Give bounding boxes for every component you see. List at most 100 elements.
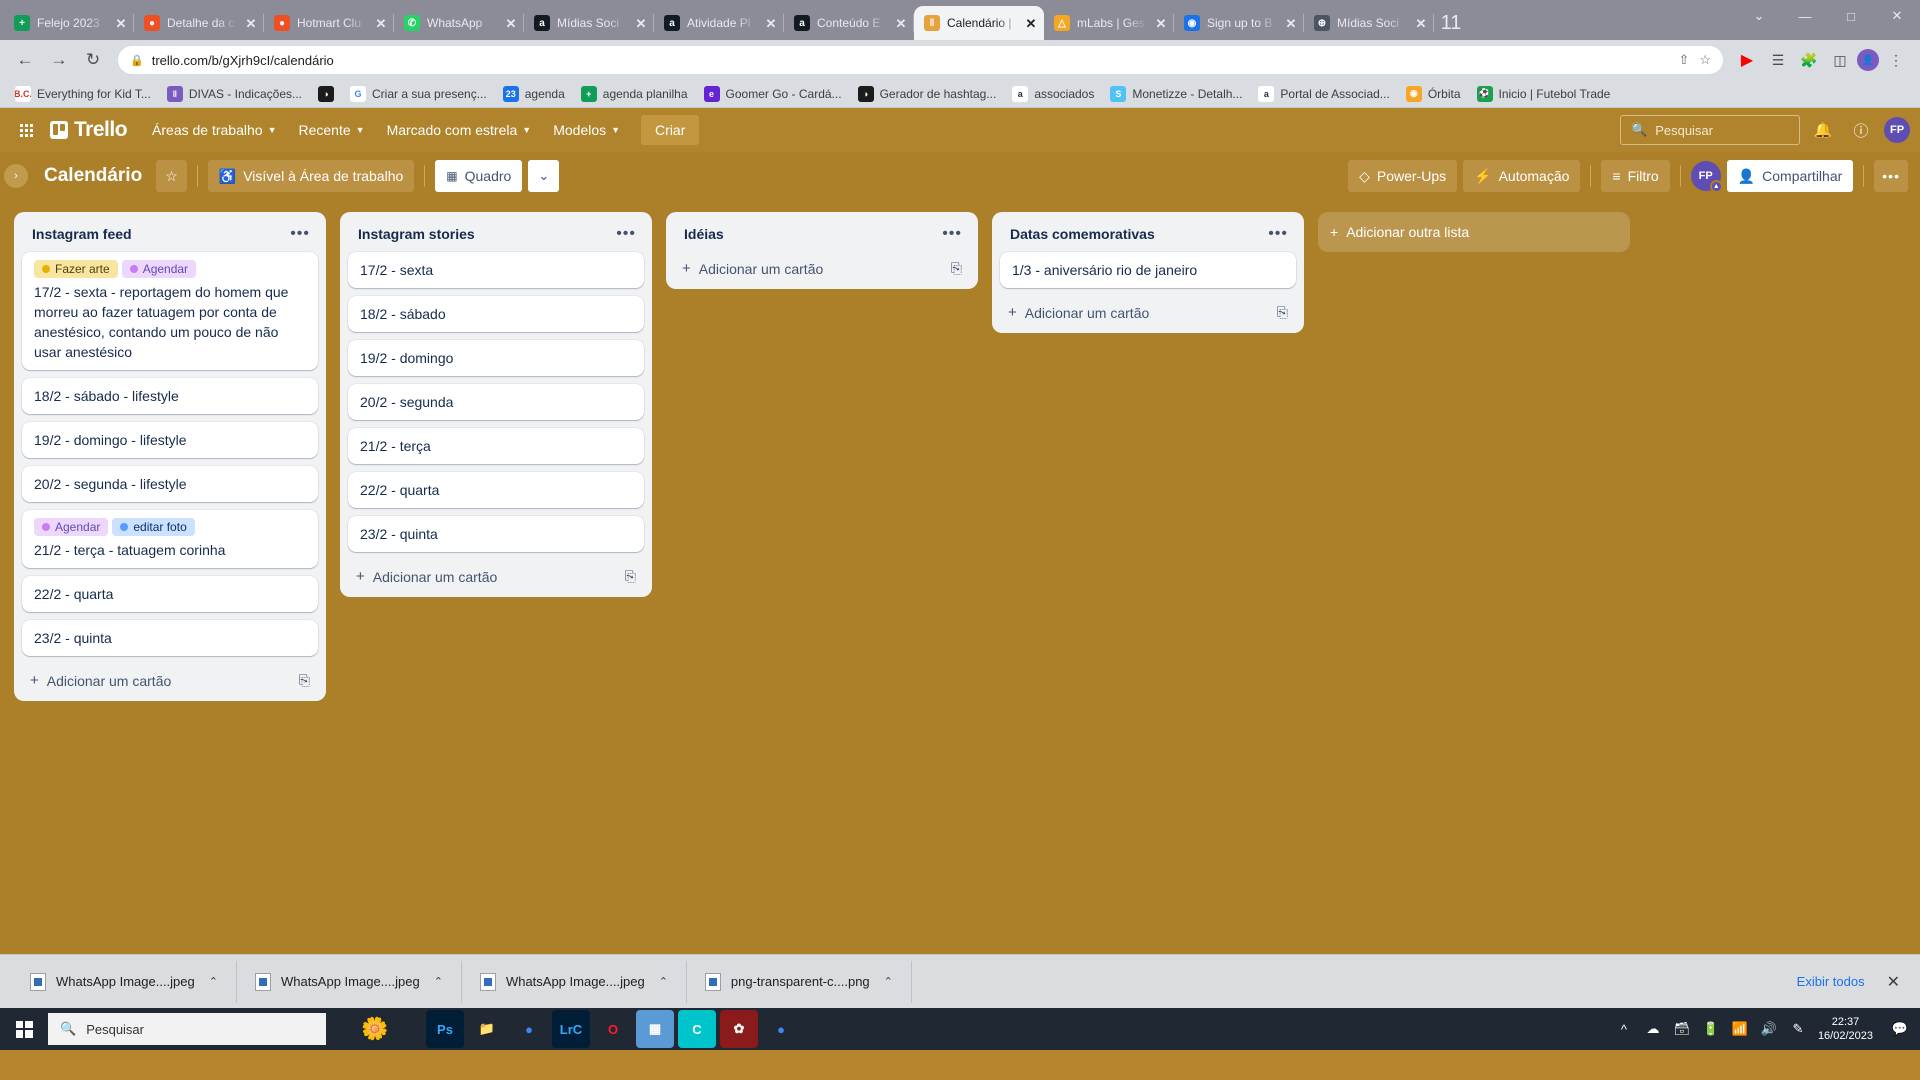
lightroom-icon[interactable]: LrC	[552, 1010, 590, 1048]
download-item[interactable]: png-transparent-c....png ⌃	[687, 960, 912, 1003]
sidebar-toggle-button[interactable]: ›	[4, 164, 28, 188]
browser-tab[interactable]: △ mLabs | Ges ✕	[1044, 6, 1174, 40]
add-card-button[interactable]: + Adicionar um cartão ⎘	[22, 664, 318, 697]
show-all-downloads-link[interactable]: Exibir todos	[1797, 974, 1865, 989]
list-menu-icon[interactable]: •••	[942, 226, 962, 242]
canva-icon[interactable]: C	[678, 1010, 716, 1048]
chevron-up-icon[interactable]: ⌃	[884, 975, 893, 988]
board-card[interactable]: Agendar editar foto 21/2 - terça - tatuage…	[22, 510, 318, 568]
tab-close-icon[interactable]: ✕	[375, 17, 387, 30]
wifi-icon[interactable]: 📶	[1731, 1021, 1749, 1037]
bell-icon[interactable]: 🔔	[1808, 115, 1838, 145]
search-input[interactable]: 🔍 Pesquisar	[1620, 115, 1800, 145]
windows-start-icon[interactable]	[0, 1008, 48, 1050]
tab-close-icon[interactable]: ✕	[1285, 17, 1297, 30]
browser-tab[interactable]: a Conteúdo E ✕	[784, 6, 914, 40]
add-list-button[interactable]: + Adicionar outra lista	[1318, 212, 1630, 252]
bookmark-item[interactable]: ◉ Órbita	[1399, 83, 1468, 105]
browser-tab[interactable]: ‖ Calendário | ✕	[914, 6, 1044, 40]
list-menu-icon[interactable]: •••	[290, 226, 310, 242]
board-card[interactable]: 18/2 - sábado - lifestyle	[22, 378, 318, 414]
browser-tab[interactable]: ● Hotmart Clu ✕	[264, 6, 394, 40]
board-card[interactable]: 17/2 - sexta	[348, 252, 644, 288]
taskbar-search-input[interactable]: 🔍 Pesquisar	[48, 1013, 326, 1045]
chrome-icon[interactable]: ●	[510, 1010, 548, 1048]
chevron-up-icon[interactable]: ^	[1615, 1022, 1633, 1037]
window-restore-button[interactable]: ⌄	[1736, 0, 1782, 32]
board-card[interactable]: 23/2 - quinta	[348, 516, 644, 552]
board-member-avatar[interactable]: FP ▲	[1690, 161, 1723, 193]
board-card[interactable]: 1/3 - aniversário rio de janeiro	[1000, 252, 1296, 288]
card-label[interactable]: Agendar	[121, 260, 197, 278]
bookmark-item[interactable]: + agenda planilha	[574, 83, 695, 105]
list-menu-icon[interactable]: •••	[616, 226, 636, 242]
trello-logo[interactable]: Trello	[46, 118, 137, 142]
app-switcher-icon[interactable]	[10, 114, 42, 146]
bookmark-item[interactable]: ⚽ Inicio | Futebol Trade	[1470, 83, 1618, 105]
card-label[interactable]: Agendar	[34, 518, 109, 536]
browser-menu-icon[interactable]: ⋮	[1882, 46, 1910, 74]
board-card[interactable]: Fazer arte Agendar 17/2 - sexta - reportag…	[22, 252, 318, 370]
tab-close-icon[interactable]: ✕	[1025, 17, 1037, 30]
browser-tab[interactable]: + Felejo 2023 ✕	[4, 6, 134, 40]
help-icon[interactable]: ⓘ	[1846, 115, 1876, 145]
back-button[interactable]: ←	[10, 45, 40, 75]
nav-item[interactable]: Marcado com estrela ▼	[376, 115, 543, 145]
tab-close-icon[interactable]: ✕	[635, 17, 647, 30]
opera-icon[interactable]: O	[594, 1010, 632, 1048]
board-card[interactable]: 20/2 - segunda - lifestyle	[22, 466, 318, 502]
chevron-up-icon[interactable]: ⌃	[659, 975, 668, 988]
board-card[interactable]: 21/2 - terça	[348, 428, 644, 464]
browser-tab[interactable]: a Mídias Soci ✕	[524, 6, 654, 40]
list-menu-icon[interactable]: •••	[1268, 226, 1288, 242]
profile-avatar-icon[interactable]: 👤	[1857, 49, 1879, 71]
card-label[interactable]: editar foto	[112, 518, 195, 536]
browser-tab[interactable]: a Atividade Pl ✕	[654, 6, 784, 40]
browser-tab[interactable]: ⊕ Mídias Soci ✕	[1304, 6, 1434, 40]
board-card[interactable]: 22/2 - quarta	[22, 576, 318, 612]
battery-icon[interactable]: 🔋	[1702, 1021, 1720, 1037]
board-card[interactable]: 23/2 - quinta	[22, 620, 318, 656]
board-menu-button[interactable]: •••	[1874, 160, 1908, 192]
board-card[interactable]: 18/2 - sábado	[348, 296, 644, 332]
new-tab-button[interactable]: 11	[1434, 6, 1468, 40]
avatar[interactable]: FP	[1884, 117, 1910, 143]
board-card[interactable]: 19/2 - domingo	[348, 340, 644, 376]
close-icon[interactable]: ✕	[1887, 972, 1900, 992]
app-icon[interactable]: ✿	[720, 1010, 758, 1048]
bookmark-item[interactable]: a Portal de Associad...	[1251, 83, 1396, 105]
tab-close-icon[interactable]: ✕	[245, 17, 257, 30]
browser-tab[interactable]: ● Detalhe da c ✕	[134, 6, 264, 40]
create-button[interactable]: Criar	[641, 115, 700, 145]
tab-close-icon[interactable]: ✕	[1155, 17, 1167, 30]
file-explorer-icon[interactable]: 📁	[468, 1010, 506, 1048]
nav-item[interactable]: Modelos ▼	[542, 115, 631, 145]
tab-close-icon[interactable]: ✕	[1415, 17, 1427, 30]
board-card[interactable]: 19/2 - domingo - lifestyle	[22, 422, 318, 458]
board-view-chevron-button[interactable]: ⌄	[528, 160, 560, 192]
onedrive-icon[interactable]: ☁	[1644, 1021, 1662, 1037]
bookmark-item[interactable]: S Monetizze - Detalh...	[1103, 83, 1249, 105]
template-icon[interactable]: ⎘	[299, 672, 310, 689]
browser-tab[interactable]: ◉ Sign up to B ✕	[1174, 6, 1304, 40]
extension-puzzle-icon[interactable]: 🧩	[1795, 46, 1823, 74]
template-icon[interactable]: ⎘	[1277, 304, 1288, 321]
antivirus-icon[interactable]: 🗃	[1673, 1021, 1691, 1037]
board-view-button[interactable]: ▦ Quadro	[435, 160, 523, 192]
filter-button[interactable]: ≡ Filtro	[1601, 160, 1670, 192]
media-icon[interactable]: ☰	[1764, 46, 1792, 74]
chevron-up-icon[interactable]: ⌃	[434, 975, 443, 988]
bookmark-item[interactable]: ◑ Gerador de hashtag...	[851, 83, 1004, 105]
window-maximize-button[interactable]: □	[1828, 0, 1874, 32]
download-item[interactable]: WhatsApp Image....jpeg ⌃	[237, 960, 462, 1003]
photoshop-icon[interactable]: Ps	[426, 1010, 464, 1048]
board-card[interactable]: 22/2 - quarta	[348, 472, 644, 508]
automation-button[interactable]: ⚡ Automação	[1463, 160, 1581, 192]
download-item[interactable]: WhatsApp Image....jpeg ⌃	[462, 960, 687, 1003]
tab-close-icon[interactable]: ✕	[895, 17, 907, 30]
board-visibility-button[interactable]: ♿ Visível à Área de trabalho	[207, 160, 415, 192]
nav-item[interactable]: Áreas de trabalho ▼	[141, 115, 287, 145]
bookmark-item[interactable]: e Goomer Go - Cardá...	[697, 83, 849, 105]
tab-close-icon[interactable]: ✕	[765, 17, 777, 30]
notification-icon[interactable]: 💬	[1890, 1020, 1910, 1038]
